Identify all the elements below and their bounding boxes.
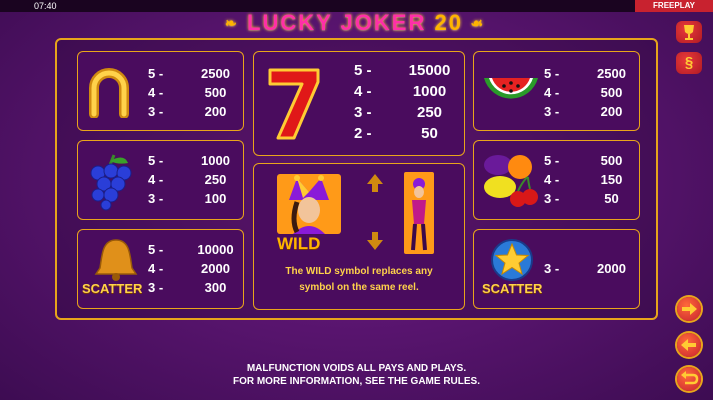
left-ornament-icon: ❧: [225, 15, 239, 31]
pay-row: 3 -200: [544, 104, 623, 119]
next-page-button[interactable]: [677, 297, 701, 321]
horseshoe-icon: [89, 68, 129, 118]
pay-row: 3 -250: [354, 104, 443, 121]
watermelon-paybox: 5 -2500 4 -500 3 -200: [473, 51, 640, 131]
game-title: ❧ LUCKY JOKER 20 ☙: [225, 10, 485, 38]
expand-arrows-icon: [367, 174, 383, 250]
rules-button[interactable]: §: [676, 52, 702, 74]
pay-row: 3 -200: [148, 104, 227, 119]
fruits-paybox: 5 -500 4 -150 3 -50: [473, 140, 640, 220]
scatter-label: SCATTER: [82, 281, 143, 296]
grapes-paybox: 5 -1000 4 -250 3 -100: [77, 140, 244, 220]
pay-row: 5 -10000: [148, 242, 234, 257]
prev-page-button[interactable]: [677, 333, 701, 357]
section-sign-icon: §: [684, 54, 694, 71]
wild-paybox: WILD The WILD symbol replaces any symbol…: [253, 163, 465, 310]
title-number: 20: [434, 10, 463, 35]
horseshoe-paybox: 5 -2500 4 -500 3 -200: [77, 51, 244, 131]
pay-row: 4 -150: [544, 172, 623, 187]
pay-row: 3 -300: [148, 280, 227, 295]
return-arrow-icon: [681, 371, 699, 385]
bell-icon: [94, 239, 138, 281]
seven-paybox: 5 -15000 4 -1000 3 -250 2 -50: [253, 51, 465, 156]
back-button[interactable]: [677, 367, 701, 391]
scatter-label: SCATTER: [482, 281, 543, 296]
bell-scatter-paybox: SCATTER 5 -10000 4 -2000 3 -300: [77, 229, 244, 309]
watermelon-icon: [484, 78, 538, 99]
grapes-icon: [90, 154, 132, 211]
pay-row: 4 -1000: [354, 83, 447, 100]
joker-portrait-icon: [277, 174, 341, 234]
title-text: LUCKY JOKER: [247, 10, 427, 35]
pay-row: 5 -1000: [148, 153, 230, 168]
expanded-joker-icon: [404, 172, 434, 254]
pay-row: 2 -50: [354, 125, 438, 142]
wild-description: The WILD symbol replaces any symbol on t…: [285, 266, 433, 293]
lucky-seven-icon: [268, 68, 320, 140]
star-scatter-paybox: SCATTER 3 -2000: [473, 229, 640, 309]
mixed-fruits-icon: [484, 155, 538, 207]
pay-row: 5 -2500: [544, 66, 626, 81]
star-scatter-icon: [491, 239, 533, 281]
pay-row: 3 -100: [148, 191, 227, 206]
paytable-panel: 5 -2500 4 -500 3 -200 5 -15000 4 -1000 3…: [55, 38, 658, 320]
trophy-button[interactable]: [676, 21, 702, 43]
pay-row: 3 -50: [544, 191, 619, 206]
pay-row: 5 -500: [544, 153, 623, 168]
pay-row: 3 -2000: [544, 261, 626, 276]
pay-row: 5 -2500: [148, 66, 230, 81]
freeplay-badge: FREEPLAY: [635, 0, 713, 12]
disclaimer: MALFUNCTION VOIDS ALL PAYS AND PLAYS. FO…: [232, 363, 481, 387]
pay-row: 5 -15000: [354, 62, 451, 79]
arrow-right-icon: [682, 303, 697, 315]
pay-row: 4 -2000: [148, 261, 230, 276]
trophy-icon: [684, 25, 694, 40]
pay-row: 4 -250: [148, 172, 227, 187]
arrow-left-icon: [681, 339, 696, 351]
clock: 07:40: [34, 1, 57, 11]
pay-row: 4 -500: [148, 85, 227, 100]
pay-row: 4 -500: [544, 85, 623, 100]
wild-label: WILD: [277, 234, 321, 253]
right-ornament-icon: ☙: [470, 15, 485, 31]
